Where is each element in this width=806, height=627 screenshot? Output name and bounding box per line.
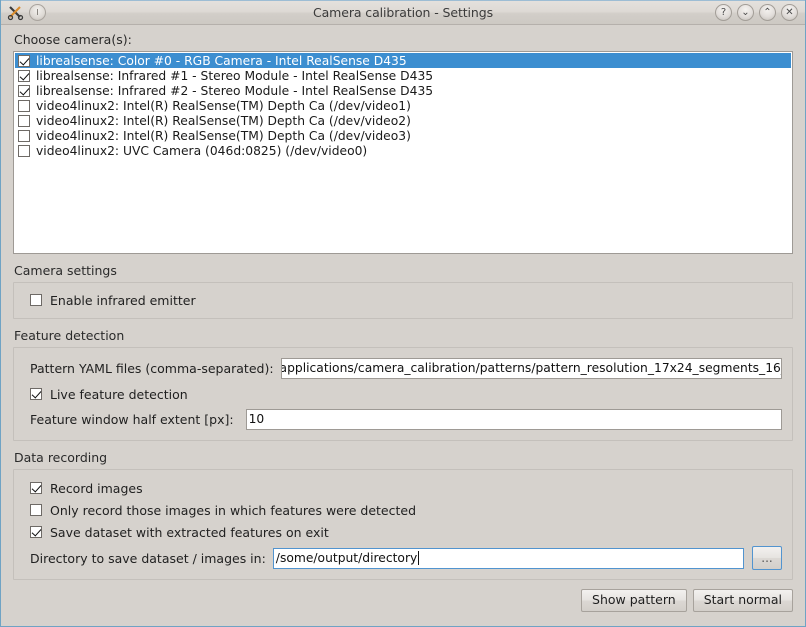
camera-list-item[interactable]: librealsense: Infrared #1 - Stereo Modul… — [15, 68, 791, 83]
directory-value: /some/output/directory — [275, 551, 418, 565]
browse-directory-button[interactable]: ... — [752, 546, 782, 570]
maximize-button[interactable]: ⌃ — [759, 4, 776, 21]
live-feature-detection-row[interactable]: Live feature detection — [30, 384, 782, 404]
pattern-yaml-input[interactable]: applications/camera_calibration/patterns… — [280, 357, 782, 379]
choose-cameras-label: Choose camera(s): — [14, 32, 132, 47]
camera-checkbox[interactable] — [18, 69, 30, 82]
feature-detection-label: Feature detection — [14, 328, 125, 343]
save-on-exit-row[interactable]: Save dataset with extracted features on … — [30, 521, 782, 543]
camera-list-item[interactable]: librealsense: Infrared #2 - Stereo Modul… — [15, 83, 791, 98]
camera-list-item-label: video4linux2: Intel(R) RealSense(TM) Dep… — [36, 98, 411, 113]
camera-list-item-label: video4linux2: UVC Camera (046d:0825) (/d… — [36, 143, 368, 158]
camera-checkbox[interactable] — [18, 114, 30, 127]
camera-list-item[interactable]: video4linux2: Intel(R) RealSense(TM) Dep… — [15, 128, 791, 143]
close-button[interactable]: ✕ — [781, 4, 798, 21]
start-normal-button[interactable]: Start normal — [692, 588, 793, 612]
scissors-icon[interactable] — [7, 4, 24, 21]
camera-list-item-label: video4linux2: Intel(R) RealSense(TM) Dep… — [36, 113, 411, 128]
only-detected-label: Only record those images in which featur… — [50, 502, 417, 518]
directory-input[interactable]: /some/output/directory — [272, 547, 744, 569]
window-menu-button[interactable] — [29, 4, 46, 21]
directory-row: Directory to save dataset / images in: /… — [30, 545, 782, 571]
directory-label: Directory to save dataset / images in: — [30, 550, 266, 566]
title-bar-left-controls — [1, 4, 46, 21]
camera-list[interactable]: librealsense: Color #0 - RGB Camera - In… — [13, 51, 793, 254]
live-feature-detection-label: Live feature detection — [50, 386, 188, 402]
camera-checkbox[interactable] — [18, 54, 30, 67]
window-title: Camera calibration - Settings — [312, 5, 493, 20]
settings-window: Camera calibration - Settings ? ⌄ ⌃ ✕ Ch… — [0, 0, 806, 627]
record-images-label: Record images — [50, 480, 143, 496]
enable-infrared-emitter-checkbox[interactable] — [30, 294, 42, 306]
live-feature-detection-checkbox[interactable] — [30, 388, 42, 400]
minimize-button[interactable]: ⌄ — [737, 4, 754, 21]
title-bar-buttons: ? ⌄ ⌃ ✕ — [715, 4, 805, 21]
camera-list-item-label: librealsense: Color #0 - RGB Camera - In… — [36, 53, 407, 68]
title-bar[interactable]: Camera calibration - Settings ? ⌄ ⌃ ✕ — [1, 0, 805, 25]
save-on-exit-checkbox[interactable] — [30, 526, 42, 538]
record-images-row[interactable]: Record images — [30, 477, 782, 499]
pattern-yaml-row: Pattern YAML files (comma-separated): ap… — [30, 355, 782, 381]
feature-window-value: 10 — [248, 412, 265, 426]
footer-buttons: Show pattern Start normal — [581, 588, 793, 612]
pattern-yaml-label: Pattern YAML files (comma-separated): — [30, 360, 274, 376]
feature-window-row: Feature window half extent [px]: 10 — [30, 406, 782, 432]
text-caret — [418, 551, 420, 565]
help-button[interactable]: ? — [715, 4, 732, 21]
enable-infrared-emitter-row[interactable]: Enable infrared emitter — [30, 290, 782, 310]
feature-detection-group: Pattern YAML files (comma-separated): ap… — [13, 347, 793, 441]
camera-checkbox[interactable] — [18, 144, 30, 157]
camera-list-item[interactable]: video4linux2: Intel(R) RealSense(TM) Dep… — [15, 113, 791, 128]
only-detected-checkbox[interactable] — [30, 504, 42, 516]
record-images-checkbox[interactable] — [30, 482, 42, 494]
camera-list-item-label: librealsense: Infrared #2 - Stereo Modul… — [36, 83, 434, 98]
data-recording-label: Data recording — [14, 450, 108, 465]
camera-list-item-label: librealsense: Infrared #1 - Stereo Modul… — [36, 68, 434, 83]
camera-checkbox[interactable] — [18, 84, 30, 97]
camera-settings-group: Enable infrared emitter — [13, 282, 793, 319]
data-recording-group: Record images Only record those images i… — [13, 469, 793, 580]
camera-list-item[interactable]: video4linux2: Intel(R) RealSense(TM) Dep… — [15, 98, 791, 113]
feature-window-input[interactable]: 10 — [245, 408, 782, 430]
camera-list-item[interactable]: librealsense: Color #0 - RGB Camera - In… — [15, 53, 791, 68]
dialog-content: Choose camera(s): librealsense: Color #0… — [1, 25, 805, 626]
camera-list-item-label: video4linux2: Intel(R) RealSense(TM) Dep… — [36, 128, 411, 143]
save-on-exit-label: Save dataset with extracted features on … — [50, 524, 329, 540]
camera-checkbox[interactable] — [18, 129, 30, 142]
enable-infrared-emitter-label: Enable infrared emitter — [50, 292, 196, 308]
camera-checkbox[interactable] — [18, 99, 30, 112]
only-detected-row[interactable]: Only record those images in which featur… — [30, 499, 782, 521]
pattern-yaml-value: applications/camera_calibration/patterns… — [280, 361, 781, 375]
camera-settings-label: Camera settings — [14, 263, 117, 278]
feature-window-label: Feature window half extent [px]: — [30, 411, 234, 427]
camera-list-item[interactable]: video4linux2: UVC Camera (046d:0825) (/d… — [15, 143, 791, 158]
show-pattern-button[interactable]: Show pattern — [581, 588, 687, 612]
